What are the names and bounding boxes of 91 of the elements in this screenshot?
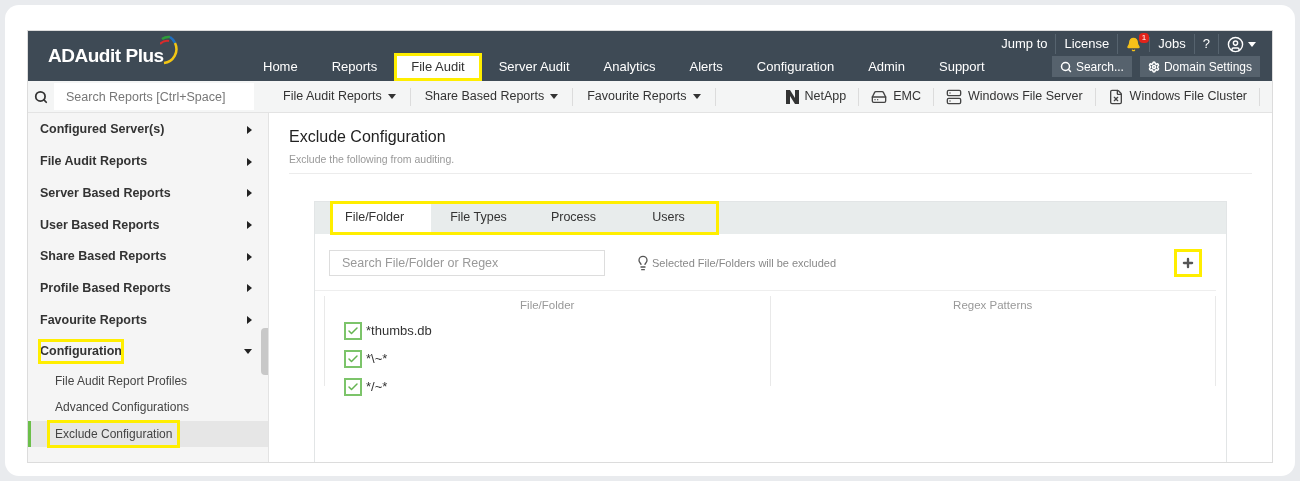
report-menu-button[interactable]: Favourite Reports	[573, 87, 716, 106]
server-icon	[946, 88, 962, 105]
sidebar-item-label: Favourite Reports	[39, 311, 148, 329]
tab[interactable]: Process	[526, 203, 621, 232]
report-search-field[interactable]: Search Reports [Ctrl+Space]	[54, 83, 254, 110]
sidebar-item-label: User Based Reports	[39, 216, 161, 234]
column-header: File/Folder	[519, 297, 576, 313]
sidebar-item[interactable]: User Based Reports	[28, 209, 260, 241]
caret-icon	[244, 349, 252, 355]
sidebar-item-label: Configured Server(s)	[39, 121, 166, 139]
page-title: Exclude Configuration	[289, 127, 447, 147]
nav-tab[interactable]: Home	[246, 53, 315, 81]
sidebar-item-label: File Audit Reports	[39, 153, 149, 171]
check-icon	[347, 353, 359, 365]
sidebar-item[interactable]: Configured Server(s)	[28, 114, 260, 146]
page-subtitle: Exclude the following from auditing.	[289, 152, 456, 167]
check-icon	[347, 325, 359, 337]
file-search-field[interactable]: Search File/Folder or Regex	[329, 249, 605, 276]
sidebar-subitem[interactable]: Advanced Configurations	[28, 394, 268, 421]
sidebar-subitem-label: File Audit Report Profiles	[54, 372, 189, 390]
caret-icon	[387, 94, 396, 99]
sidebar-item[interactable]: Favourite Reports	[28, 304, 260, 336]
notification-badge: 1	[1138, 32, 1150, 43]
server-rack-icon	[871, 88, 888, 105]
entry-label: *thumbs.db	[366, 322, 432, 341]
entry-label: */~*	[366, 378, 388, 397]
caret-right-icon	[247, 315, 252, 324]
sidebar-item[interactable]: Server Based Reports	[28, 177, 260, 210]
header-link[interactable]: Jump to	[993, 34, 1057, 54]
sidebar-item-label: Configuration	[38, 339, 124, 365]
entry-label: *\~*	[366, 350, 388, 369]
column-header: Regex Patterns	[952, 297, 1034, 313]
settings-icon	[1147, 60, 1160, 73]
caret-right-icon	[247, 189, 252, 198]
search-filter-icon	[34, 89, 48, 104]
caret-right-icon	[247, 125, 252, 134]
storage-link[interactable]: Windows File Server	[934, 87, 1096, 106]
caret-icon	[692, 94, 701, 99]
caret-right-icon	[247, 252, 252, 261]
lightbulb-icon	[635, 254, 651, 271]
nav-tab[interactable]: Admin	[851, 53, 922, 81]
product-logo: ADAudit Plus	[48, 43, 164, 68]
storage-link[interactable]: NetApp	[773, 87, 860, 106]
storage-link[interactable]: Windows File Cluster	[1095, 87, 1260, 106]
caret-icon	[1248, 41, 1256, 47]
sidebar-item[interactable]: Profile Based Reports	[28, 272, 260, 305]
header-link[interactable]: ?	[1194, 34, 1219, 54]
header-search-button[interactable]: Search...	[1051, 56, 1132, 77]
add-button[interactable]	[1174, 248, 1202, 277]
sidebar-subitem[interactable]: Exclude Configuration	[28, 420, 268, 447]
nav-tab[interactable]: Reports	[314, 53, 395, 81]
check-icon	[347, 381, 359, 393]
sidebar-item-label: Profile Based Reports	[39, 279, 172, 297]
sidebar-item-label: Server Based Reports	[39, 184, 172, 202]
sidebar-item[interactable]: Configuration	[28, 335, 260, 368]
checkbox[interactable]	[344, 378, 362, 396]
sidebar-subitem-label: Advanced Configurations	[54, 399, 191, 417]
caret-right-icon	[247, 220, 252, 229]
header-link[interactable]: License	[1056, 34, 1119, 54]
report-menu-button[interactable]: File Audit Reports	[269, 87, 411, 106]
nav-tab[interactable]: Configuration	[739, 53, 852, 81]
checkbox[interactable]	[344, 322, 362, 340]
search-icon	[1059, 60, 1072, 73]
sidebar-item[interactable]: Share Based Reports	[28, 240, 260, 273]
tab[interactable]: Users	[621, 203, 716, 232]
sidebar-subitem-label: Exclude Configuration	[47, 419, 181, 448]
file-cross-icon	[1107, 88, 1124, 105]
caret-right-icon	[247, 284, 252, 293]
bell-icon[interactable]	[1126, 36, 1142, 52]
storage-link[interactable]: EMC	[859, 87, 934, 106]
caret-icon	[550, 94, 559, 99]
domain-settings-button[interactable]: Domain Settings	[1139, 56, 1260, 77]
caret-right-icon	[247, 157, 252, 166]
nav-tab[interactable]: Analytics	[586, 53, 673, 81]
checkbox[interactable]	[344, 350, 362, 368]
nav-tab[interactable]: Alerts	[672, 53, 740, 81]
nav-tab[interactable]: Server Audit	[481, 53, 587, 81]
sidebar-item[interactable]: File Audit Reports	[28, 145, 260, 178]
nav-tab[interactable]: Support	[922, 53, 1002, 81]
tab[interactable]: File Types	[431, 203, 526, 232]
nav-tab[interactable]: File Audit	[394, 53, 482, 81]
tab[interactable]: File/Folder	[333, 203, 431, 232]
hint-text: Selected File/Folders will be excluded	[652, 255, 837, 271]
letter-n-logo-icon	[785, 89, 799, 104]
sidebar-collapse-handle[interactable]	[261, 328, 268, 375]
header-link[interactable]: Jobs	[1150, 34, 1195, 54]
plus-icon	[1181, 255, 1195, 270]
user-avatar-icon[interactable]	[1227, 35, 1244, 53]
sidebar-item-label: Share Based Reports	[39, 248, 168, 266]
sidebar-subitem[interactable]: File Audit Report Profiles	[28, 367, 268, 394]
report-menu-button[interactable]: Share Based Reports	[410, 87, 574, 106]
